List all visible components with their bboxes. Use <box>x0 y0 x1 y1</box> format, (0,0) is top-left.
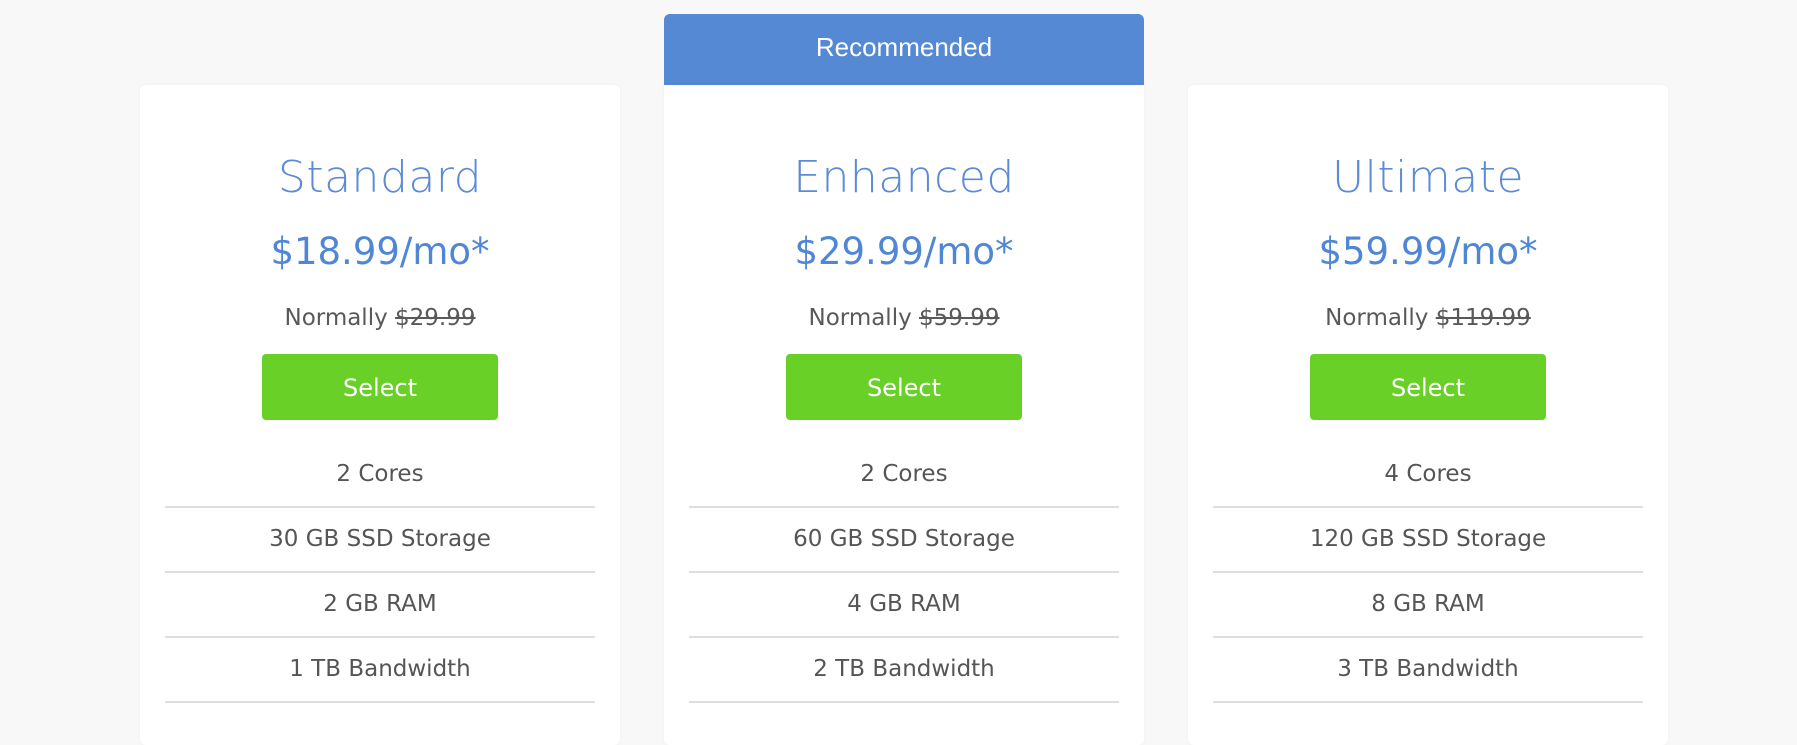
feature-item: 30 GB SSD Storage <box>165 508 595 573</box>
old-price: $119.99 <box>1435 305 1531 331</box>
select-button[interactable]: Select <box>262 354 498 420</box>
select-button[interactable]: Select <box>786 354 1022 420</box>
feature-list: 4 Cores 120 GB SSD Storage 8 GB RAM 3 TB… <box>1213 443 1643 703</box>
feature-item: 60 GB SSD Storage <box>689 508 1119 573</box>
old-price: $29.99 <box>395 305 476 331</box>
feature-item: 1 TB Bandwidth <box>165 638 595 703</box>
feature-item: 8 GB RAM <box>1213 573 1643 638</box>
old-price: $59.99 <box>919 305 1000 331</box>
plan-normal-price: Normally $59.99 <box>664 303 1144 333</box>
feature-item: 120 GB SSD Storage <box>1213 508 1643 573</box>
pricing-plans: Recommended Standard $18.99/mo* Normally… <box>0 0 1797 745</box>
plan-name: Enhanced <box>793 152 1015 203</box>
plan-name: Standard <box>277 152 483 203</box>
plan-card-standard: Standard $18.99/mo* Normally $29.99 Sele… <box>140 85 620 745</box>
plan-price: $18.99/mo* <box>270 230 490 273</box>
plan-name: Ultimate <box>1331 152 1525 203</box>
plan-card-enhanced: Enhanced $29.99/mo* Normally $59.99 Sele… <box>664 85 1144 745</box>
plan-price: $59.99/mo* <box>1318 230 1538 273</box>
feature-item: 4 GB RAM <box>689 573 1119 638</box>
plan-normal-price: Normally $119.99 <box>1188 303 1668 333</box>
plan-normal-price: Normally $29.99 <box>140 303 620 333</box>
normally-label: Normally <box>808 305 912 331</box>
feature-item: 2 Cores <box>689 443 1119 508</box>
feature-item: 2 TB Bandwidth <box>689 638 1119 703</box>
normally-label: Normally <box>284 305 388 331</box>
normally-label: Normally <box>1325 305 1429 331</box>
feature-item: 2 Cores <box>165 443 595 508</box>
plan-price: $29.99/mo* <box>794 230 1014 273</box>
recommended-banner: Recommended <box>664 14 1144 86</box>
plan-card-ultimate: Ultimate $59.99/mo* Normally $119.99 Sel… <box>1188 85 1668 745</box>
feature-item: 2 GB RAM <box>165 573 595 638</box>
feature-list: 2 Cores 30 GB SSD Storage 2 GB RAM 1 TB … <box>165 443 595 703</box>
select-button[interactable]: Select <box>1310 354 1546 420</box>
feature-list: 2 Cores 60 GB SSD Storage 4 GB RAM 2 TB … <box>689 443 1119 703</box>
feature-item: 3 TB Bandwidth <box>1213 638 1643 703</box>
feature-item: 4 Cores <box>1213 443 1643 508</box>
